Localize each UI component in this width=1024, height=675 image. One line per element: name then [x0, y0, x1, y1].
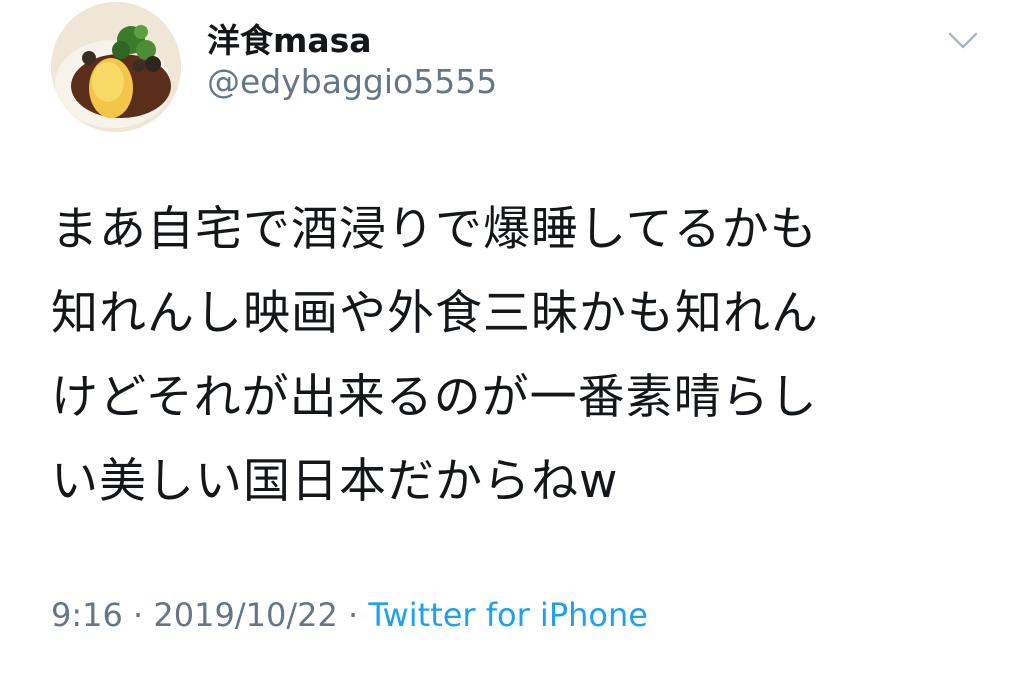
tweet-text-line: けどそれが出来るのが一番素晴らし [51, 370, 818, 425]
omelette-rice-photo [51, 2, 181, 132]
author-display-name[interactable]: 洋食masa [207, 14, 372, 62]
meta-separator: · [133, 596, 144, 634]
tweet-text: まあ自宅で酒浸りで爆睡してるかも 知れんし映画や外食三昧かも知れん けどそれが出… [51, 188, 971, 524]
tweet-meta: 9:16 · 2019/10/22 · Twitter for iPhone [51, 596, 648, 634]
tweet-time[interactable]: 9:16 [51, 596, 123, 634]
tweet-text-line: 知れんし映画や外食三昧かも知れん [51, 286, 819, 341]
tweet-text-line: い美しい国日本だからねw [51, 454, 619, 509]
tweet-text-line: まあ自宅で酒浸りで爆睡してるかも [51, 202, 818, 257]
tweet-date[interactable]: 2019/10/22 [153, 596, 337, 634]
tweet-card: 洋食masa @edybaggio5555 まあ自宅で酒浸りで爆睡してるかも 知… [0, 0, 1024, 675]
chevron-down-icon[interactable] [946, 28, 980, 52]
author-handle[interactable]: @edybaggio5555 [207, 62, 497, 101]
avatar[interactable] [51, 2, 181, 132]
meta-separator: · [347, 596, 359, 634]
tweet-source-link[interactable]: Twitter for iPhone [368, 596, 648, 634]
